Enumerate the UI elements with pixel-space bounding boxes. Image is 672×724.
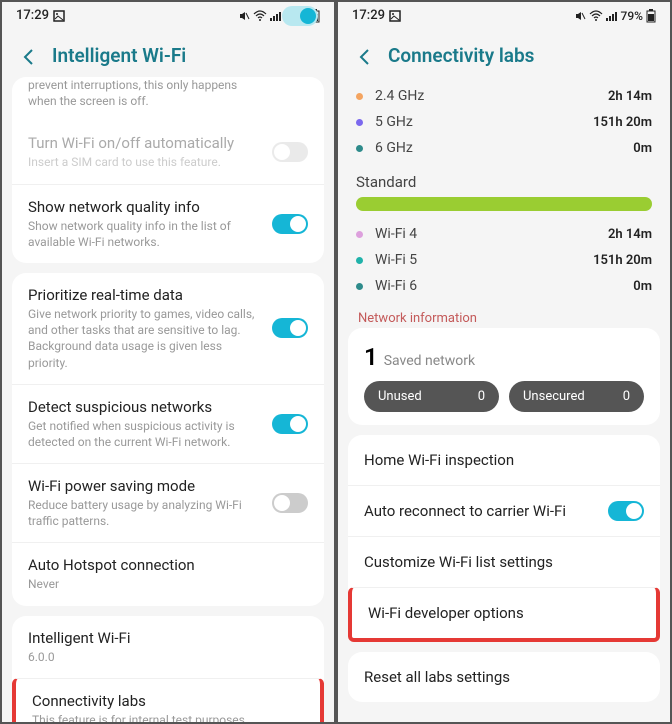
back-button[interactable]	[20, 43, 38, 67]
color-dot	[356, 231, 363, 238]
partial-desc: prevent interruptions, this only happens…	[12, 77, 324, 121]
row-turn-auto[interactable]: Turn Wi-Fi on/off automatically Insert a…	[12, 121, 324, 183]
status-time: 17:29	[16, 8, 49, 23]
toggle-turn-auto	[272, 142, 308, 162]
network-info-label: Network information	[338, 303, 670, 328]
signal-icon	[606, 10, 618, 22]
band-time: 0m	[633, 279, 652, 294]
pill-unused[interactable]: Unused0	[364, 381, 499, 412]
row-prioritize[interactable]: Prioritize real-time data Give network p…	[12, 273, 324, 384]
label: Connectivity labs	[32, 692, 304, 710]
row-quality[interactable]: Show network quality info Show network q…	[12, 184, 324, 263]
picture-icon	[53, 10, 65, 22]
sub: This feature is for internal test purpos…	[32, 712, 304, 724]
band-name: 2.4 GHz	[375, 88, 608, 104]
band-name: Wi-Fi 5	[375, 252, 593, 268]
toggle-partial[interactable]	[282, 6, 318, 26]
phone-right: 17:29 79% Connectivity labs 2.4 GHz2h 14…	[336, 0, 672, 724]
band-time: 151h 20m	[593, 253, 652, 268]
label: Turn Wi-Fi on/off automatically	[28, 134, 308, 152]
sub: Reduce battery usage by analyzing Wi-Fi …	[28, 497, 308, 529]
row-connectivity-labs[interactable]: Connectivity labs This feature is for in…	[12, 678, 324, 724]
menu-auto-reconnect[interactable]: Auto reconnect to carrier Wi-Fi	[348, 485, 660, 536]
menu-customize[interactable]: Customize Wi-Fi list settings	[348, 536, 660, 587]
sub: Give network priority to games, video ca…	[28, 306, 308, 371]
label: Wi-Fi power saving mode	[28, 477, 308, 495]
band-row: 2.4 GHz2h 14m	[338, 83, 670, 109]
back-button[interactable]	[356, 43, 374, 67]
row-hotspot[interactable]: Auto Hotspot connection Never	[12, 542, 324, 605]
row-detect[interactable]: Detect suspicious networks Get notified …	[12, 384, 324, 463]
band-name: 5 GHz	[375, 114, 593, 130]
wifi-icon	[589, 10, 603, 22]
toggle-prioritize[interactable]	[272, 318, 308, 338]
toggle-quality[interactable]	[272, 214, 308, 234]
statusbar: 17:29 79%	[338, 2, 670, 29]
header: Intelligent Wi-Fi	[2, 29, 334, 79]
wifi-icon	[253, 10, 267, 22]
pill-unsecured[interactable]: Unsecured0	[509, 381, 644, 412]
saved-count: 1	[364, 343, 378, 371]
page-title: Intelligent Wi-Fi	[52, 44, 186, 67]
band-row: Wi-Fi 60m	[338, 273, 670, 299]
card-reset: Reset all labs settings	[348, 652, 660, 702]
saved-text: Saved network	[384, 353, 475, 369]
row-saved[interactable]: 1 Saved network Unused0 Unsecured0	[348, 328, 660, 425]
row-intel[interactable]: Intelligent Wi-Fi 6.0.0	[12, 616, 324, 678]
band-row: 6 GHz0m	[338, 135, 670, 161]
label: Prioritize real-time data	[28, 286, 308, 304]
band-row: Wi-Fi 42h 14m	[338, 221, 670, 247]
color-dot	[356, 145, 363, 152]
sub: 6.0.0	[28, 649, 308, 665]
battery-icon	[646, 9, 656, 23]
standard-bar	[356, 197, 652, 211]
color-dot	[356, 93, 363, 100]
phone-left: 17:29 79% Intelligent Wi-Fi prevent inte…	[0, 0, 336, 724]
sub: Show network quality info in the list of…	[28, 218, 308, 250]
menu-reset[interactable]: Reset all labs settings	[348, 652, 660, 702]
band-name: 6 GHz	[375, 140, 633, 156]
band-row: Wi-Fi 5151h 20m	[338, 247, 670, 273]
band-time: 2h 14m	[608, 227, 652, 242]
color-dot	[356, 119, 363, 126]
card-saved: 1 Saved network Unused0 Unsecured0	[348, 328, 660, 425]
header: Connectivity labs	[338, 29, 670, 79]
row-power[interactable]: Wi-Fi power saving mode Reduce battery u…	[12, 463, 324, 542]
bands-section: 2.4 GHz2h 14m5 GHz151h 20m6 GHz0m Standa…	[338, 79, 670, 303]
battery-pct: 79%	[621, 9, 643, 23]
band-name: Wi-Fi 6	[375, 278, 633, 294]
menu-wifi-dev-options[interactable]: Wi-Fi developer options	[348, 587, 660, 642]
menu-home-inspection[interactable]: Home Wi-Fi inspection	[348, 435, 660, 485]
band-time: 151h 20m	[593, 115, 652, 130]
toggle-auto-reconnect[interactable]	[608, 501, 644, 521]
band-time: 2h 14m	[608, 89, 652, 104]
sub: Insert a SIM card to use this feature.	[28, 154, 308, 170]
mute-icon	[238, 10, 250, 22]
picture-icon	[389, 10, 401, 22]
toggle-detect[interactable]	[272, 414, 308, 434]
toggle-power[interactable]	[272, 493, 308, 513]
card-menu: Home Wi-Fi inspection Auto reconnect to …	[348, 435, 660, 642]
card-top: prevent interruptions, this only happens…	[12, 77, 324, 263]
color-dot	[356, 283, 363, 290]
page-title: Connectivity labs	[388, 44, 534, 67]
band-name: Wi-Fi 4	[375, 226, 608, 242]
sub: Never	[28, 576, 308, 592]
band-row: 5 GHz151h 20m	[338, 109, 670, 135]
mute-icon	[574, 10, 586, 22]
band-time: 0m	[633, 141, 652, 156]
card-intel: Intelligent Wi-Fi 6.0.0 Connectivity lab…	[12, 616, 324, 724]
signal-icon	[270, 10, 282, 22]
label: Show network quality info	[28, 198, 308, 216]
label: Intelligent Wi-Fi	[28, 629, 308, 647]
label: Auto Hotspot connection	[28, 556, 308, 574]
color-dot	[356, 257, 363, 264]
sub: Get notified when suspicious activity is…	[28, 418, 308, 450]
label: Detect suspicious networks	[28, 398, 308, 416]
status-time: 17:29	[352, 8, 385, 23]
standard-label: Standard	[338, 161, 670, 197]
card-prioritize: Prioritize real-time data Give network p…	[12, 273, 324, 606]
